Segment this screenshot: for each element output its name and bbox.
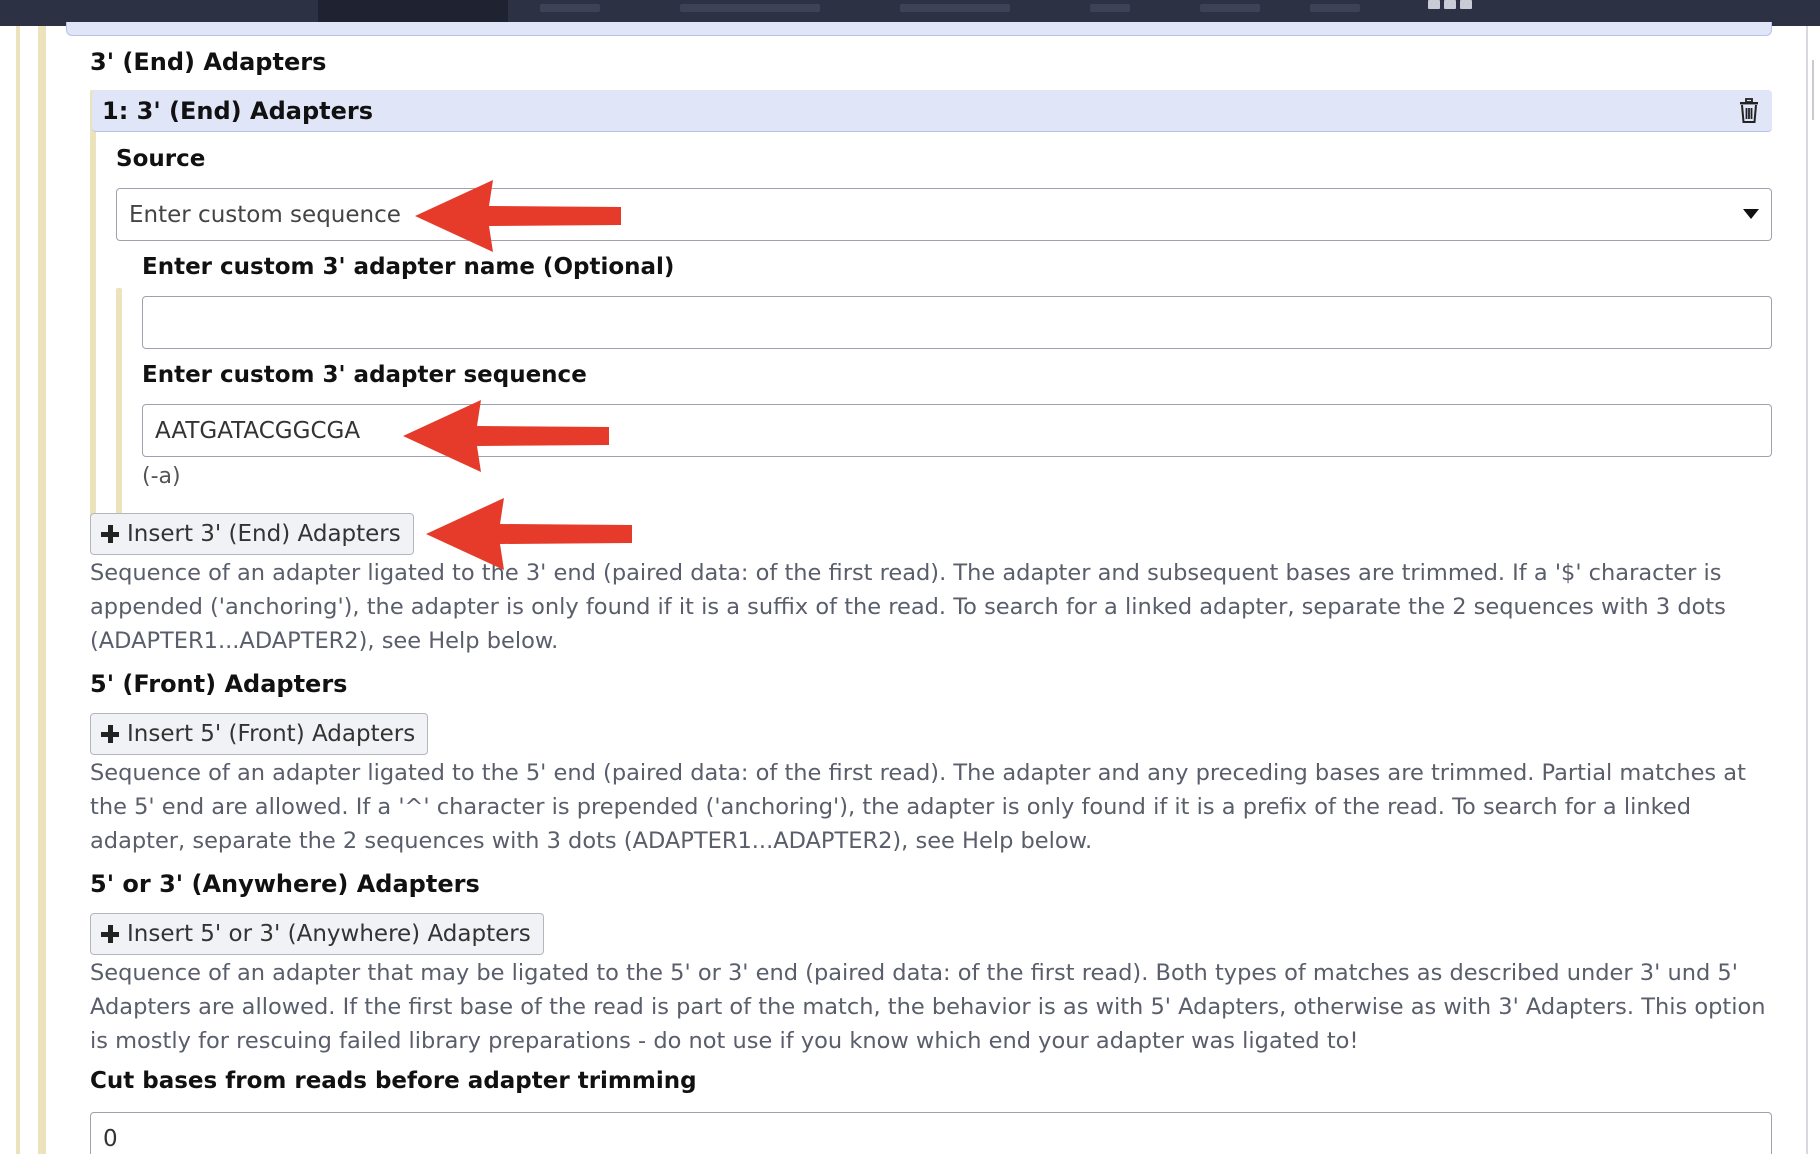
chevron-down-icon (1743, 209, 1759, 219)
nav-item[interactable] (900, 4, 1010, 12)
three-prime-repeat-block: 1: 3' (End) Adapters Source Enter custom… (90, 90, 1772, 540)
insert-anywhere-label: Insert 5' or 3' (Anywhere) Adapters (127, 921, 531, 947)
source-select-value: Enter custom sequence (129, 201, 401, 228)
adapter-sequence-hint: (-a) (142, 464, 181, 489)
cut-bases-label: Cut bases from reads before adapter trim… (90, 1068, 697, 1094)
scrollbar[interactable] (1812, 60, 1814, 120)
annotation-arrow-sequence (403, 400, 609, 472)
insert-five-prime-label: Insert 5' (Front) Adapters (127, 721, 416, 747)
anywhere-help: Sequence of an adapter that may be ligat… (90, 960, 1766, 1054)
insert-three-prime-label: Insert 3' (End) Adapters (127, 521, 401, 547)
five-prime-section-title: 5' (Front) Adapters (90, 670, 348, 698)
repeat-accent-bar (90, 90, 96, 540)
galaxy-tool-form-page: 3' (End) Adapters 1: 3' (End) Adapters S… (0, 0, 1820, 1154)
panel-border (1806, 26, 1808, 1154)
cut-bases-input[interactable] (90, 1112, 1772, 1154)
adapter-name-label: Enter custom 3' adapter name (Optional) (142, 254, 675, 280)
insert-three-prime-button[interactable]: Insert 3' (End) Adapters (90, 513, 414, 555)
repeat-header: 1: 3' (End) Adapters (92, 90, 1772, 132)
five-prime-help: Sequence of an adapter ligated to the 5'… (90, 760, 1746, 854)
apps-grid-icon[interactable] (1428, 0, 1472, 10)
insert-five-prime-button[interactable]: Insert 5' (Front) Adapters (90, 713, 429, 755)
outer-accent-bar (16, 26, 20, 1154)
adapter-sequence-input[interactable] (142, 404, 1772, 457)
annotation-arrow-insert (426, 498, 632, 570)
nav-item[interactable] (1200, 4, 1260, 12)
previous-section-footer (66, 22, 1772, 36)
nav-item[interactable] (1310, 4, 1360, 12)
plus-icon (101, 925, 119, 943)
source-select[interactable]: Enter custom sequence (116, 188, 1772, 241)
adapter-sequence-label: Enter custom 3' adapter sequence (142, 362, 587, 388)
nav-item[interactable] (540, 4, 600, 12)
three-prime-help: Sequence of an adapter ligated to the 3'… (90, 560, 1726, 654)
plus-icon (101, 725, 119, 743)
anywhere-section-title: 5' or 3' (Anywhere) Adapters (90, 870, 480, 898)
trash-icon[interactable] (1738, 97, 1760, 124)
repeat-title: 1: 3' (End) Adapters (102, 96, 374, 125)
three-prime-section-title: 3' (End) Adapters (90, 48, 327, 76)
conditional-accent-bar (116, 288, 122, 538)
adapter-name-input[interactable] (142, 296, 1772, 349)
nav-item[interactable] (680, 4, 820, 12)
annotation-arrow-source (415, 180, 621, 252)
insert-anywhere-button[interactable]: Insert 5' or 3' (Anywhere) Adapters (90, 913, 544, 955)
nav-item[interactable] (1090, 4, 1130, 12)
source-label: Source (116, 146, 206, 172)
plus-icon (101, 525, 119, 543)
form-accent-bar (38, 26, 46, 1154)
